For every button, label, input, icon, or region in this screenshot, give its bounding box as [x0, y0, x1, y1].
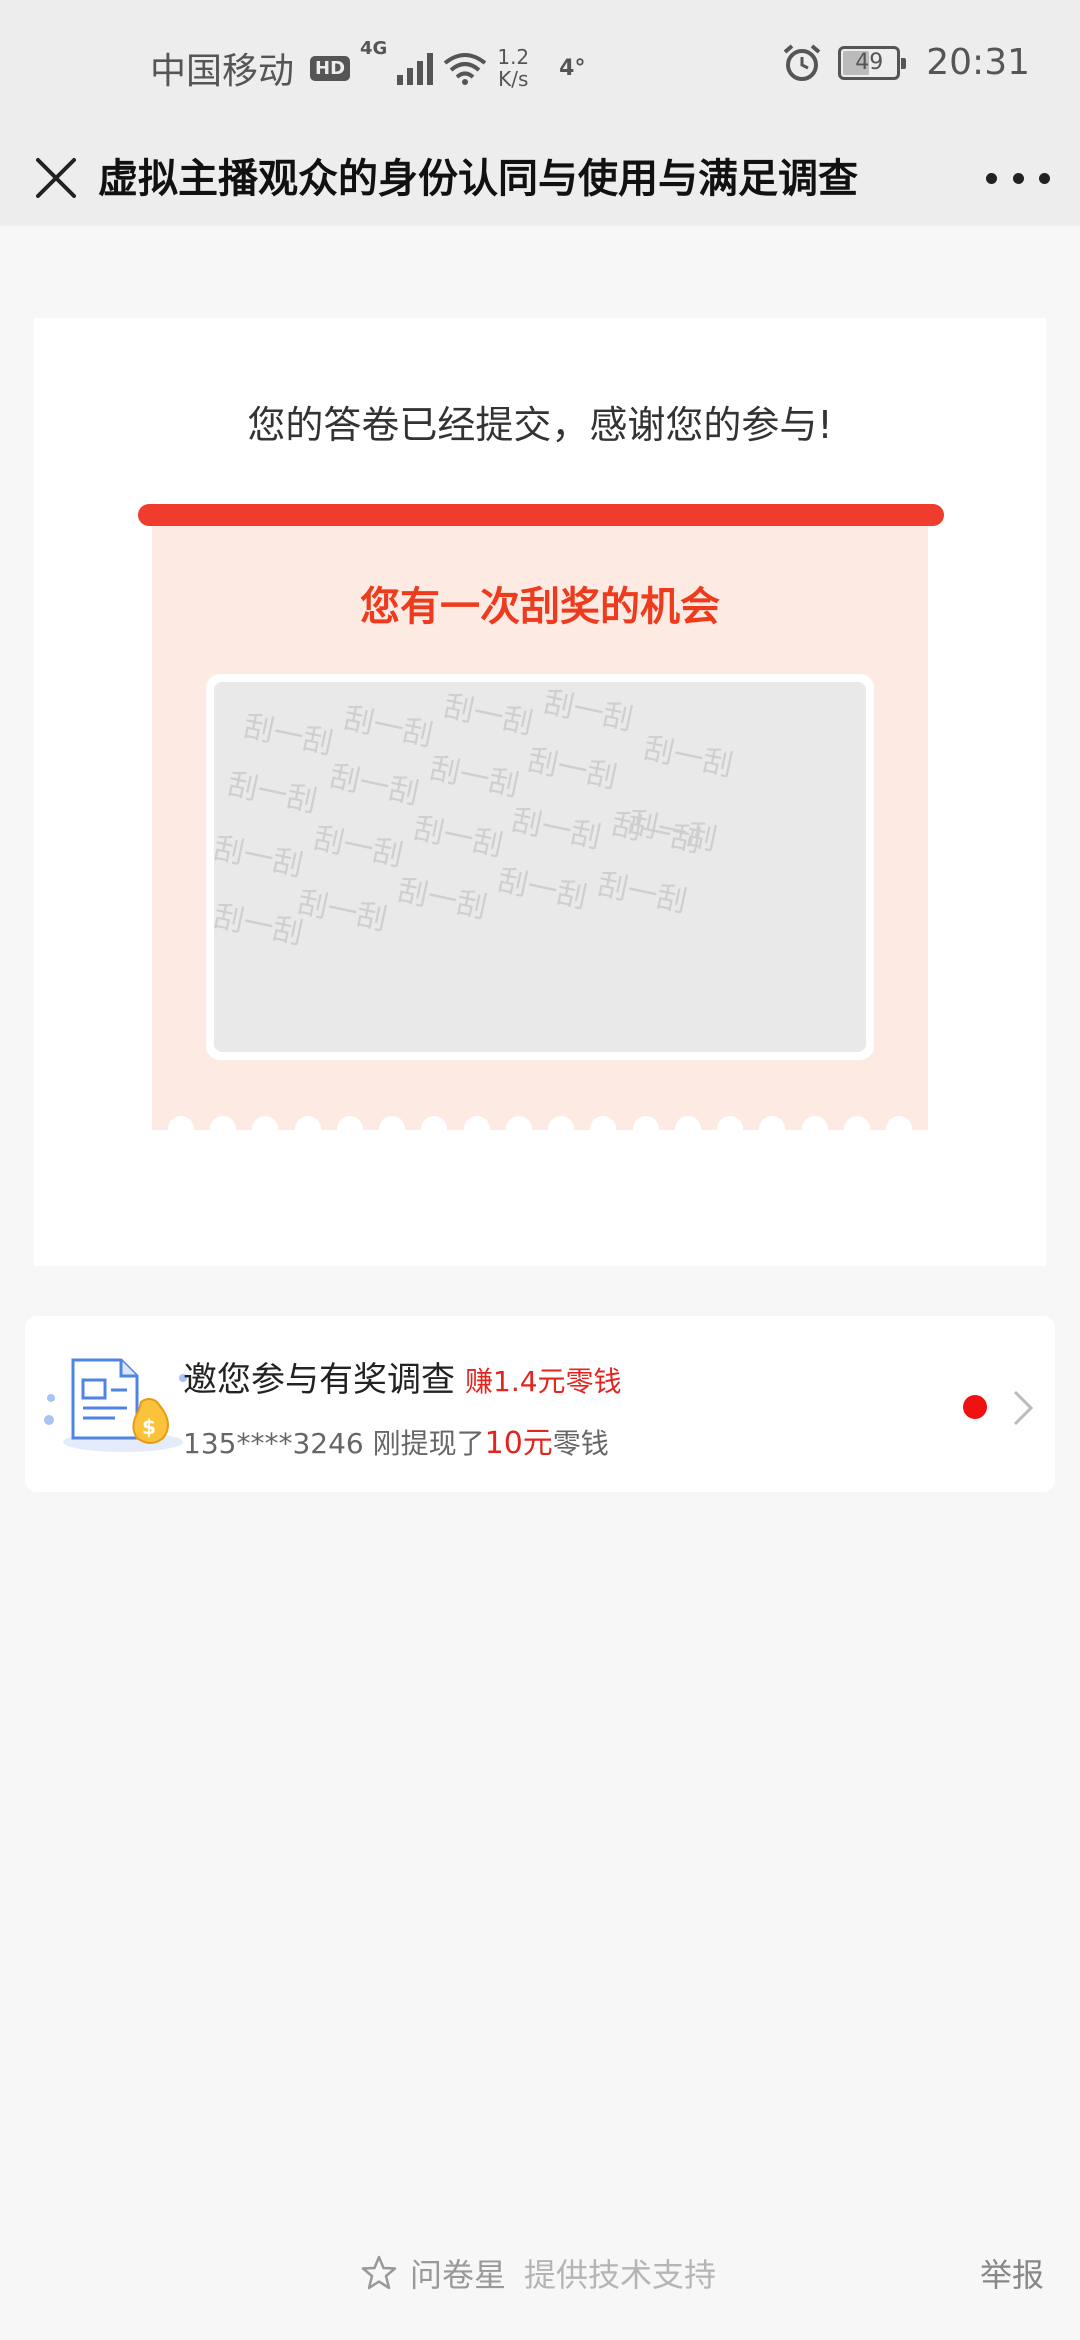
network-speed: 1.2 K/s — [497, 46, 529, 90]
scratch-watermark: 刮一刮 — [594, 866, 690, 920]
status-right: 49 20:31 — [782, 42, 1030, 83]
scratch-watermark: 刮一刮 — [394, 872, 490, 926]
more-dot — [1012, 172, 1024, 184]
scratch-watermark: 刮一刮 — [224, 766, 320, 820]
more-dot — [1039, 172, 1050, 184]
promo-sub-amount: 10元 — [484, 1426, 553, 1461]
survey-reward-icon: $ — [44, 1358, 187, 1452]
footer-brand[interactable]: 问卷星 提供技术支持 — [360, 2250, 716, 2296]
scratch-watermark: 刮一刮 — [440, 688, 536, 742]
scratch-watermark: 刮一刮 — [214, 830, 306, 884]
battery-level: 49 — [855, 49, 884, 75]
promo-card[interactable]: $ 邀您参与有奖调查 赚1.4元零钱 135****3246 刚提现了10元零钱 — [25, 1316, 1055, 1492]
battery-icon: 49 — [838, 45, 907, 80]
speed-value: 1.2 — [497, 45, 530, 69]
notification-dot — [963, 1395, 987, 1419]
report-link[interactable]: 举报 — [980, 2250, 1044, 2296]
scratch-watermark: 刮一刮 — [340, 700, 436, 754]
promo-title: 邀您参与有奖调查 赚1.4元零钱 — [183, 1352, 622, 1401]
scratch-watermark: 刮一刮 — [410, 810, 506, 864]
lottery-title: 您有一次刮奖的机会 — [360, 584, 720, 630]
temperature: 4° — [559, 55, 586, 81]
more-options-button[interactable] — [986, 150, 1050, 206]
promo-subtitle: 135****3246 刚提现了10元零钱 — [183, 1418, 609, 1462]
page-title: 虚拟主播观众的身份认同与使用与满足调查 — [98, 156, 858, 202]
promo-sub-suffix: 零钱 — [552, 1427, 609, 1460]
status-left: 中国移动 HD 4G 1.2 K/s 4° — [150, 38, 586, 94]
promo-title-text: 邀您参与有奖调查 — [183, 1360, 455, 1400]
promo-earn: 赚1.4元零钱 — [465, 1365, 622, 1398]
alarm-icon — [783, 43, 821, 81]
scratch-watermark: 刮一刮 — [426, 750, 522, 804]
support-text: 提供技术支持 — [524, 2256, 717, 2294]
status-bar: 中国移动 HD 4G 1.2 K/s 4° 49 20:31 — [0, 0, 1080, 130]
scratch-card-frame: 刮一刮 刮一刮 刮一刮 刮一刮 刮一刮 刮一刮 刮一刮 刮一刮 刮一刮 刮一刮 刮一刮 刮一刮 刮一刮刮… — [206, 674, 874, 1060]
close-icon[interactable] — [28, 150, 84, 206]
footer: 问卷星 提供技术支持 举报 — [0, 2250, 1080, 2310]
promo-sub-user: 135****3246 刚提现了 — [183, 1427, 485, 1460]
scratch-watermark: 刮一刮 — [326, 758, 422, 812]
scratch-watermark: 刮一刮 — [540, 684, 636, 738]
chevron-right-icon[interactable] — [1009, 1386, 1037, 1430]
clock: 20:31 — [926, 42, 1030, 83]
scratch-area[interactable]: 刮一刮 刮一刮 刮一刮 刮一刮 刮一刮 刮一刮 刮一刮 刮一刮 刮一刮 刮一刮 刮一刮 刮一刮 刮一刮刮… — [214, 682, 866, 1052]
carrier-name: 中国移动 — [150, 51, 295, 92]
submitted-message: 您的答卷已经提交，感谢您的参与! — [247, 403, 833, 447]
svg-text:$: $ — [142, 1415, 156, 1439]
star-icon — [361, 2255, 397, 2290]
scratch-watermark: 刮一刮 — [524, 742, 620, 796]
scratch-watermark: 刮一刮 — [640, 730, 736, 784]
speed-unit: K/s — [498, 67, 529, 91]
scratch-watermark: 刮一刮 — [294, 884, 390, 938]
ticket-edge — [152, 1116, 928, 1130]
lottery-ticket: 您有一次刮奖的机会 刮一刮 刮一刮 刮一刮 刮一刮 刮一刮 刮一刮 刮一刮 刮一刮 刮一刮 刮一刮… — [152, 514, 928, 1130]
scratch-watermark: 刮一刮 — [508, 802, 604, 856]
ticket-slot-bar — [138, 504, 944, 526]
scratch-watermark: 刮一刮 — [240, 708, 336, 762]
signal-icon — [397, 51, 434, 85]
brand-name: 问卷星 — [410, 2256, 507, 2294]
scratch-watermark: 刮一刮 — [310, 820, 406, 874]
hd-badge: HD — [310, 55, 351, 81]
more-dot — [986, 172, 997, 184]
wifi-icon — [444, 53, 487, 85]
network-type: 4G — [360, 38, 388, 59]
scratch-watermark: 刮一刮 — [494, 862, 590, 916]
nav-bar: 虚拟主播观众的身份认同与使用与满足调查 — [0, 130, 1080, 226]
result-card: 您的答卷已经提交，感谢您的参与! 您有一次刮奖的机会 刮一刮 刮一刮 刮一刮 刮一刮刮… — [34, 318, 1046, 1266]
scratch-watermark: 刮一刮 — [214, 898, 306, 952]
